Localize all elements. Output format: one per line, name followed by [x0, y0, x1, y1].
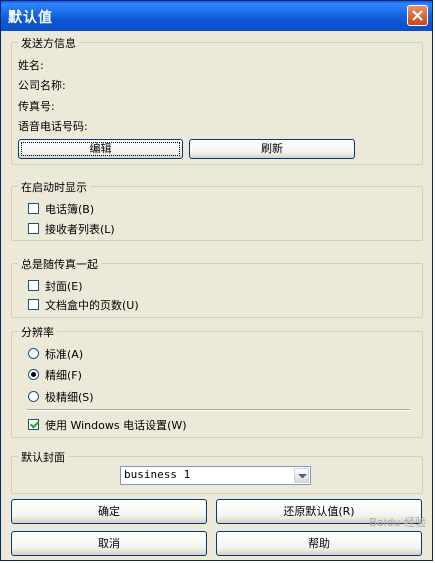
- cover-select-dropdown-button[interactable]: [294, 468, 309, 483]
- page-count-checkbox[interactable]: [28, 299, 39, 310]
- radio-standard-label[interactable]: 标准(A): [45, 346, 83, 362]
- refresh-button[interactable]: 刷新: [189, 139, 355, 159]
- cover-select-value: business 1: [124, 468, 191, 481]
- cancel-button[interactable]: 取消: [11, 531, 207, 556]
- voice-phone-label: 语音电话号码:: [18, 120, 88, 133]
- radio-superfine[interactable]: [28, 391, 39, 402]
- always-include-legend: 总是随传真一起: [18, 256, 101, 272]
- watermark-text: Baidu 经验: [369, 516, 426, 529]
- name-label: 姓名:: [18, 59, 44, 72]
- cover-page-label[interactable]: 封面(E): [45, 278, 83, 294]
- edit-button[interactable]: 编辑: [18, 139, 183, 159]
- close-button[interactable]: [407, 5, 428, 26]
- cover-page-checkbox[interactable]: [28, 280, 39, 291]
- page-count-label[interactable]: 文档盒中的页数(U): [45, 297, 139, 313]
- radio-fine-label[interactable]: 精细(F): [45, 367, 82, 383]
- recipients-label[interactable]: 接收者列表(L): [45, 221, 115, 237]
- sender-info-legend: 发送方信息: [18, 35, 79, 51]
- recipients-checkbox[interactable]: [28, 223, 39, 234]
- default-cover-legend: 默认封面: [18, 449, 68, 465]
- help-button[interactable]: 帮助: [216, 531, 422, 556]
- resolution-separator: [27, 409, 410, 411]
- windows-settings-checkbox[interactable]: [28, 419, 39, 430]
- close-icon: [412, 10, 423, 21]
- chevron-down-icon: [298, 474, 307, 479]
- radio-superfine-label[interactable]: 极精细(S): [45, 389, 94, 405]
- dialog-window: 默认值 发送方信息 姓名: 公司名称: 传真号: 语音电话号码: 编辑 刷新 在…: [0, 0, 433, 561]
- company-label: 公司名称:: [18, 79, 66, 92]
- resolution-legend: 分辨率: [18, 324, 57, 340]
- cover-select[interactable]: business 1: [120, 466, 311, 485]
- radio-fine[interactable]: [28, 369, 39, 380]
- phonebook-checkbox[interactable]: [28, 203, 39, 214]
- fax-label: 传真号:: [18, 100, 55, 113]
- windows-settings-label[interactable]: 使用 Windows 电话设置(W): [45, 417, 187, 433]
- startup-legend: 在启动时显示: [18, 179, 90, 195]
- ok-button[interactable]: 确定: [11, 499, 207, 524]
- phonebook-label[interactable]: 电话簿(B): [45, 201, 94, 217]
- window-title: 默认值: [8, 10, 53, 26]
- title-bar: 默认值: [1, 1, 432, 31]
- radio-standard[interactable]: [28, 348, 39, 359]
